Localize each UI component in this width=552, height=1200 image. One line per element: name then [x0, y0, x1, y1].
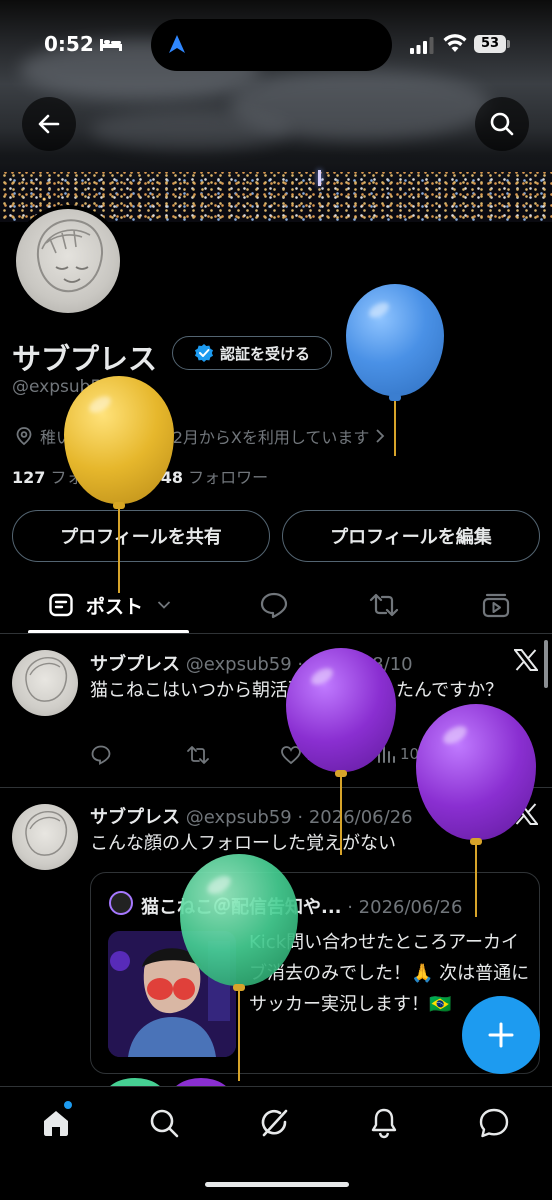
profile-name: サブプレス — [12, 342, 158, 376]
scrollbar[interactable] — [544, 640, 548, 688]
chevron-down-icon — [157, 601, 171, 609]
profile-tabs: ポスト — [0, 580, 552, 634]
wifi-icon — [443, 34, 467, 52]
followers-link[interactable]: 48 フォロワー — [161, 468, 268, 487]
bell-icon — [371, 1108, 397, 1139]
profile-avatar[interactable] — [12, 205, 124, 317]
compose-button[interactable] — [462, 996, 540, 1074]
bed-icon — [100, 39, 122, 51]
repost-icon — [187, 746, 209, 764]
post-author[interactable]: サブプレス — [90, 807, 180, 828]
post-meta: @expsub59 · 2026/06/26 — [185, 807, 413, 828]
get-verified-button[interactable]: 認証を受ける — [172, 336, 332, 370]
search-button[interactable] — [475, 97, 529, 151]
quoted-author-avatar — [109, 891, 133, 915]
nav-notifications[interactable] — [364, 1103, 404, 1143]
status-time: 0:52 — [44, 32, 94, 56]
back-button[interactable] — [22, 97, 76, 151]
plus-icon — [488, 1022, 514, 1048]
nav-messages[interactable] — [474, 1103, 514, 1143]
posts-icon — [49, 593, 73, 617]
tower — [318, 170, 321, 186]
tab-reposts[interactable] — [368, 580, 400, 630]
post-header: サブプレス @expsub59 · 2026/06/26 — [90, 803, 413, 829]
nav-grok[interactable] — [254, 1103, 294, 1143]
chevron-right-icon — [376, 429, 385, 443]
home-icon — [44, 1111, 68, 1136]
post-avatar[interactable] — [12, 804, 78, 870]
post-author[interactable]: サブプレス — [90, 654, 180, 675]
following-count: 127 — [12, 468, 46, 487]
location-pin-icon — [16, 427, 32, 446]
nav-home[interactable] — [36, 1103, 76, 1143]
video-icon — [482, 593, 510, 618]
repost-icon — [369, 593, 399, 617]
grok-icon — [261, 1109, 288, 1137]
search-icon — [490, 112, 514, 136]
tab-posts[interactable]: ポスト — [48, 580, 171, 630]
home-indicator — [205, 1182, 349, 1187]
get-verified-label: 認証を受ける — [219, 344, 310, 363]
share-profile-button[interactable]: プロフィールを共有 — [12, 510, 270, 562]
nav-search[interactable] — [144, 1103, 184, 1143]
tab-media[interactable] — [481, 580, 511, 630]
x-logo-icon — [514, 649, 538, 671]
reply-bubble-icon — [260, 592, 288, 619]
chat-bubble-icon — [479, 1108, 509, 1138]
search-icon — [150, 1109, 179, 1138]
repost-button[interactable] — [186, 744, 210, 766]
post-avatar[interactable] — [12, 650, 78, 716]
verified-badge-icon — [194, 344, 213, 362]
tab-replies[interactable] — [259, 580, 289, 630]
edit-profile-button[interactable]: プロフィールを編集 — [282, 510, 540, 562]
tab-posts-label: ポスト — [86, 595, 144, 618]
quoted-meta: · 2026/06/26 — [341, 897, 463, 918]
cellular-signal-icon — [410, 37, 434, 54]
arrow-left-icon — [38, 114, 60, 134]
reply-icon — [91, 745, 111, 765]
status-bar: 0:52 53 — [0, 0, 552, 90]
battery-indicator: 53 — [474, 35, 506, 53]
notification-dot — [64, 1101, 72, 1109]
navigation-arrow-icon — [169, 35, 185, 53]
reply-button[interactable] — [90, 744, 112, 766]
